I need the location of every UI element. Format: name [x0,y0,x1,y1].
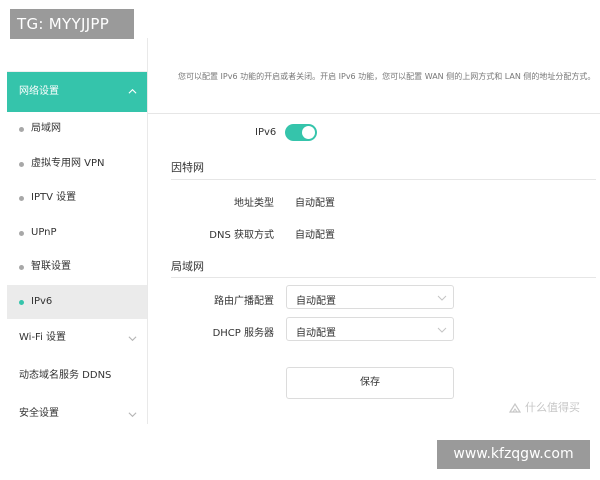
sidebar-item-label: UPnP [31,226,57,238]
chevron-down-icon [437,326,447,334]
bullet-dot-icon [19,127,24,132]
dns-mode-label: DNS 获取方式 [209,230,274,241]
sidebar-group-ddns[interactable]: 动态域名服务 DDNS [7,357,147,395]
dhcp-server-selected: 自动配置 [296,328,336,339]
dns-mode-value: 自动配置 [295,230,335,241]
section-title-internet: 因特网 [171,161,204,174]
divider [148,113,600,114]
bullet-dot-icon [19,299,24,305]
toggle-knob [302,126,315,139]
address-type-label: 地址类型 [234,198,274,209]
watermark-text: 什么值得买 [525,401,580,414]
page-description: 您可以配置 IPv6 功能的开启或者关闭。开启 IPv6 功能，您可以配置 WA… [178,72,596,81]
ipv6-toggle-label: IPv6 [255,127,277,138]
sidebar-item-upnp[interactable]: UPnP [7,216,147,251]
section-title-lan: 局域网 [171,260,204,273]
chevron-down-icon [128,334,137,343]
dhcp-server-select[interactable]: 自动配置 [286,317,454,341]
save-button[interactable]: 保存 [286,367,454,399]
dhcp-server-label: DHCP 服务器 [212,328,274,339]
chevron-down-icon [437,294,447,302]
divider [171,277,596,278]
sidebar-item-smart-link[interactable]: 智联设置 [7,250,147,285]
sidebar-item-ipv6[interactable]: IPv6 [7,284,147,319]
divider [171,179,596,180]
watermark-logo-icon [508,401,522,415]
sidebar-item-label: IPTV 设置 [31,192,77,203]
sidebar-top-spacer [7,38,147,72]
sidebar-item-lan[interactable]: 局域网 [7,112,147,147]
sidebar-group-network-settings[interactable]: 网络设置 [7,72,147,112]
sidebar-group-security[interactable]: 安全设置 [7,395,147,424]
sidebar-item-label: 虚拟专用网 VPN [31,157,105,169]
bullet-dot-icon [19,161,24,167]
sidebar-item-label: IPv6 [31,295,53,307]
ipv6-settings-panel: 您可以配置 IPv6 功能的开启或者关闭。开启 IPv6 功能，您可以配置 WA… [148,38,600,424]
route-advertisement-selected: 自动配置 [296,296,336,307]
sidebar: 网络设置 局域网 虚拟专用网 VPN IPTV 设置 UPnP 智联设置 IPv… [7,38,148,424]
chevron-up-icon [128,87,137,96]
top-overlay-tag: TG: MYYJJPP [10,9,134,39]
watermark: 什么值得买 [508,399,580,415]
ipv6-toggle[interactable] [285,124,317,141]
bullet-dot-icon [19,196,24,201]
bullet-dot-icon [19,265,24,270]
sidebar-group-label: 动态域名服务 DDNS [19,370,112,381]
sidebar-item-iptv[interactable]: IPTV 设置 [7,181,147,216]
site-overlay-tag: www.kfzqgw.com [437,440,590,469]
sidebar-item-label: 局域网 [31,123,61,134]
sidebar-item-label: 智联设置 [31,261,71,272]
sidebar-group-label: 安全设置 [19,408,59,419]
address-type-value: 自动配置 [295,198,335,209]
sidebar-group-wifi[interactable]: Wi-Fi 设置 [7,319,147,357]
route-advertisement-label: 路由广播配置 [214,296,274,307]
chevron-down-icon [128,410,137,419]
bullet-dot-icon [19,230,24,236]
sidebar-item-vpn[interactable]: 虚拟专用网 VPN [7,147,147,182]
sidebar-group-label: Wi-Fi 设置 [19,332,67,343]
route-advertisement-select[interactable]: 自动配置 [286,285,454,309]
sidebar-group-label: 网络设置 [19,86,59,97]
